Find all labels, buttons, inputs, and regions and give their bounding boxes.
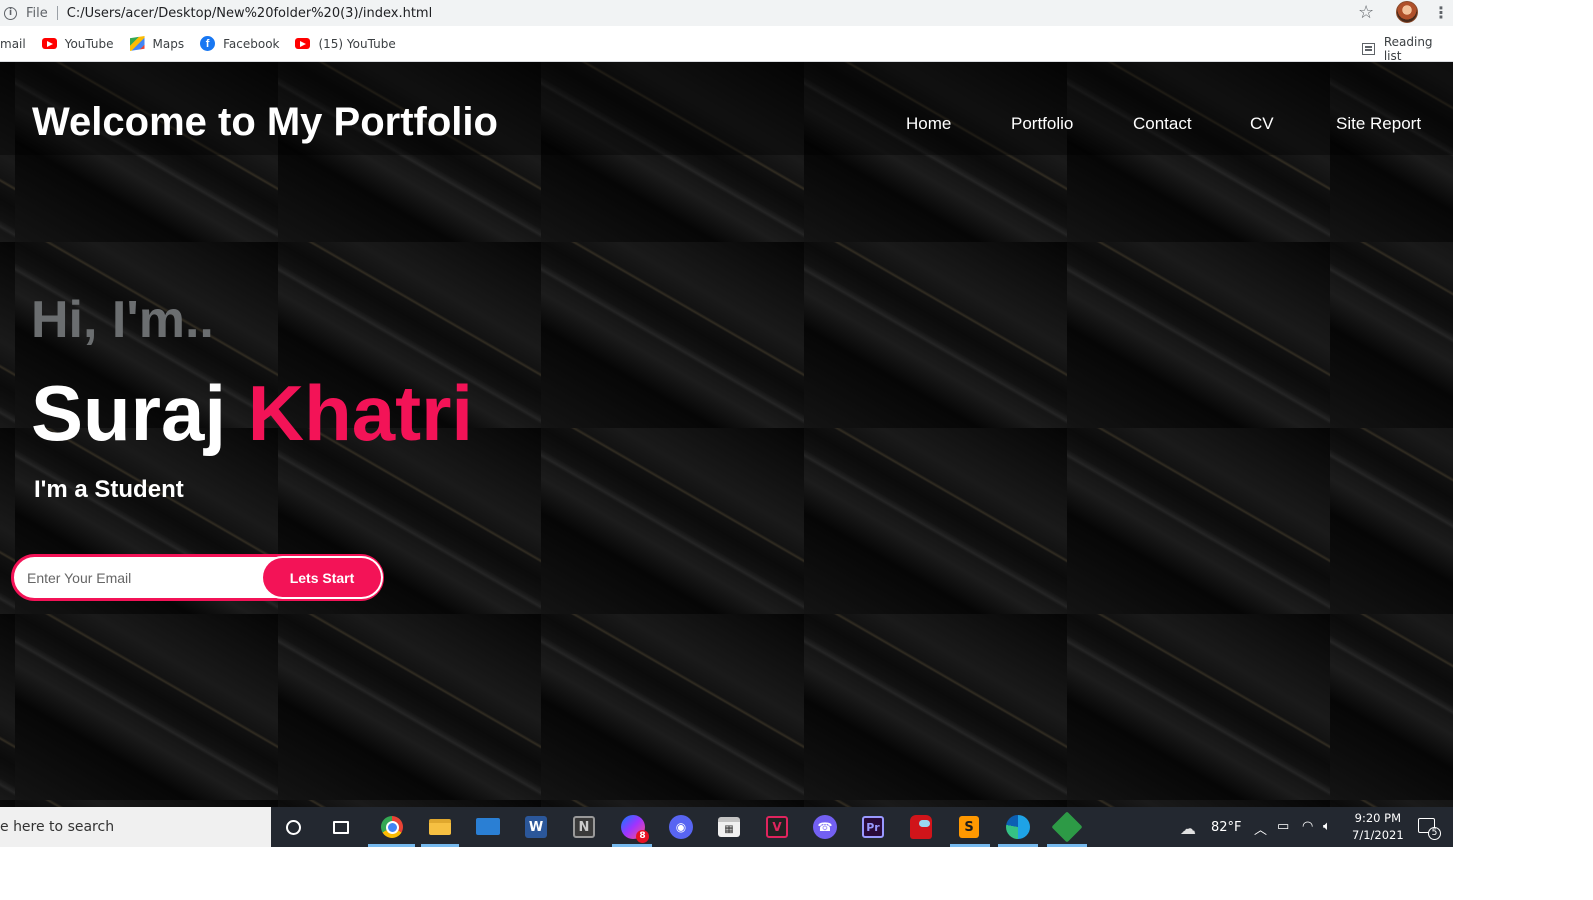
- bookmark-label: Facebook: [223, 36, 280, 51]
- chevron-up-icon[interactable]: ︿: [1254, 819, 1267, 838]
- edge-active-indicator: [998, 844, 1038, 847]
- gitkraken-active-indicator: [1047, 844, 1087, 847]
- bookmark-label: Maps: [152, 36, 185, 51]
- bookmark-facebook[interactable]: f Facebook: [200, 36, 279, 51]
- url-text[interactable]: C:/Users/acer/Desktop/New%20folder%20(3)…: [67, 6, 432, 21]
- bookmark-star-icon[interactable]: ☆: [1358, 2, 1374, 23]
- weather-temperature[interactable]: 82°F: [1211, 820, 1242, 835]
- notification-icon[interactable]: 5: [1418, 818, 1441, 840]
- reading-list-icon: [1362, 43, 1375, 55]
- sublime-text-icon[interactable]: S: [959, 816, 979, 838]
- facebook-icon: f: [200, 36, 216, 51]
- viber-icon[interactable]: ☎: [813, 815, 837, 839]
- cortana-icon[interactable]: [286, 820, 301, 835]
- hero-name: Suraj Khatri: [31, 368, 473, 459]
- maps-icon: [129, 36, 145, 51]
- word-icon[interactable]: W: [525, 816, 547, 838]
- email-input[interactable]: [27, 566, 257, 590]
- notification-count: 5: [1428, 827, 1441, 840]
- mail-icon[interactable]: [476, 818, 500, 835]
- bookmark-youtube-15[interactable]: (15) YouTube: [295, 36, 396, 51]
- last-name: Khatri: [247, 369, 474, 457]
- bookmark-label: (15) YouTube: [318, 36, 396, 51]
- bookmarks-bar: mail YouTube Maps f Facebook (15) YouTub…: [0, 26, 1453, 63]
- file-explorer-active-indicator: [421, 844, 459, 847]
- nav-home[interactable]: Home: [906, 114, 951, 134]
- greeting: Hi, I'm..: [31, 291, 214, 349]
- site-title: Welcome to My Portfolio: [32, 100, 498, 144]
- role-text: I'm a Student: [34, 476, 184, 503]
- taskbar-search-box[interactable]: e here to search: [0, 807, 271, 847]
- discord-icon[interactable]: ◉: [669, 815, 693, 839]
- bookmark-label: YouTube: [64, 36, 114, 51]
- bookmark-mail[interactable]: mail: [0, 37, 26, 51]
- address-separator: [56, 6, 58, 20]
- notion-icon[interactable]: N: [573, 816, 595, 838]
- weather-icon[interactable]: ☁: [1180, 819, 1196, 838]
- messenger-icon[interactable]: 8: [621, 815, 649, 843]
- file-explorer-icon[interactable]: [429, 819, 451, 835]
- nav-contact[interactable]: Contact: [1133, 114, 1192, 134]
- profile-avatar[interactable]: [1396, 1, 1418, 23]
- edge-icon[interactable]: [1006, 815, 1030, 839]
- chrome-icon[interactable]: [381, 816, 403, 838]
- volume-icon[interactable]: 🔈︎: [1323, 819, 1331, 834]
- nav-site-report[interactable]: Site Report: [1336, 114, 1421, 134]
- sublime-active-indicator: [950, 844, 990, 847]
- reading-list-label: Reading list: [1383, 35, 1433, 63]
- task-view-icon[interactable]: [333, 821, 349, 834]
- more-menu-icon[interactable]: ⋮: [1433, 3, 1449, 22]
- taskbar-clock[interactable]: 9:20 PM 7/1/2021: [1352, 810, 1404, 844]
- messenger-active-indicator: [612, 844, 652, 847]
- info-icon[interactable]: i: [4, 6, 17, 20]
- among-us-icon[interactable]: [910, 815, 932, 839]
- bookmark-maps[interactable]: Maps: [129, 36, 185, 51]
- wifi-icon[interactable]: ◠: [1302, 819, 1313, 834]
- messenger-badge: 8: [636, 830, 649, 843]
- address-prefix: File: [26, 5, 48, 21]
- address-bar[interactable]: i File C:/Users/acer/Desktop/New%20folde…: [0, 0, 1453, 26]
- portfolio-page: Welcome to My Portfolio Home Portfolio C…: [0, 62, 1453, 807]
- nav-portfolio[interactable]: Portfolio: [1011, 114, 1073, 134]
- email-signup-form: Lets Start: [11, 554, 384, 601]
- nav-cv[interactable]: CV: [1250, 114, 1274, 134]
- battery-icon[interactable]: ▭: [1277, 819, 1289, 834]
- reading-list-button[interactable]: Reading list: [1362, 35, 1453, 63]
- vivaldi-icon[interactable]: V: [766, 816, 788, 838]
- youtube-icon: [295, 38, 311, 49]
- bookmark-youtube[interactable]: YouTube: [41, 36, 114, 51]
- chrome-active-indicator: [368, 844, 415, 847]
- store-icon[interactable]: ▦: [718, 817, 740, 837]
- premiere-icon[interactable]: Pr: [862, 816, 884, 838]
- clock-time: 9:20 PM: [1354, 811, 1401, 825]
- first-name: Suraj: [31, 369, 227, 457]
- gitkraken-icon[interactable]: [1051, 811, 1083, 843]
- clock-date: 7/1/2021: [1352, 828, 1404, 842]
- windows-taskbar: e here to search W N 8 ◉ ▦ V ☎ Pr S ☁ 82…: [0, 807, 1453, 847]
- youtube-icon: [41, 38, 57, 49]
- lets-start-button[interactable]: Lets Start: [263, 558, 381, 597]
